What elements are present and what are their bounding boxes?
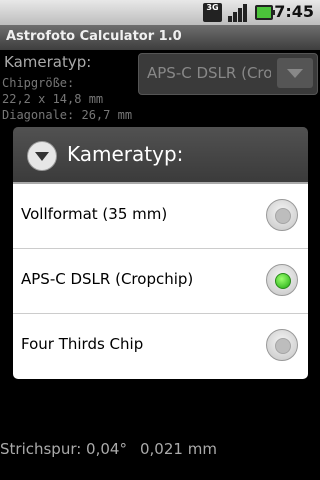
network-3g-icon: 3G <box>203 3 222 22</box>
chip-size-label: Chipgröße: <box>2 76 75 90</box>
spinner-value: APS-C DSLR (Cropchip) <box>147 64 271 82</box>
dialog-options: Vollformat (35 mm) APS-C DSLR (Cropchip)… <box>13 184 308 379</box>
option-aps-c[interactable]: APS-C DSLR (Cropchip) <box>13 249 308 314</box>
camera-type-label: Kameratyp: <box>4 53 92 71</box>
chevron-down-icon[interactable] <box>277 58 313 88</box>
chip-diagonal: Diagonale: 26,7 mm <box>2 108 133 122</box>
clock: 7:45 <box>274 2 314 21</box>
dialog-title: Kameratyp: <box>67 142 184 166</box>
radio-button[interactable] <box>266 329 298 361</box>
camera-type-spinner[interactable]: APS-C DSLR (Cropchip) <box>138 53 318 95</box>
chip-size-value: 22,2 x 14,8 mm <box>2 92 104 106</box>
app-title-bar: Astrofoto Calculator 1.0 <box>0 25 320 50</box>
dialog-header: Kameratyp: <box>13 127 308 184</box>
radio-button-selected[interactable] <box>266 264 298 296</box>
strip-trail-label: Strichspur: 0,04° <box>0 440 127 458</box>
option-label: APS-C DSLR (Cropchip) <box>21 270 194 288</box>
camera-type-dialog: Kameratyp: Vollformat (35 mm) APS-C DSLR… <box>13 127 308 379</box>
dropdown-icon <box>27 141 57 171</box>
status-bar: 3G 7:45 <box>0 0 320 25</box>
option-full-frame[interactable]: Vollformat (35 mm) <box>13 184 308 249</box>
option-four-thirds[interactable]: Four Thirds Chip <box>13 314 308 378</box>
strip-trail-row: Strichspur: 0,04° 0,021 mm <box>0 440 217 458</box>
option-label: Vollformat (35 mm) <box>21 205 168 223</box>
battery-icon <box>255 5 275 20</box>
radio-button[interactable] <box>266 199 298 231</box>
app-title: Astrofoto Calculator 1.0 <box>6 29 182 44</box>
signal-icon <box>228 4 247 22</box>
strip-trail-value: 0,021 mm <box>140 440 217 458</box>
option-label: Four Thirds Chip <box>21 335 144 353</box>
